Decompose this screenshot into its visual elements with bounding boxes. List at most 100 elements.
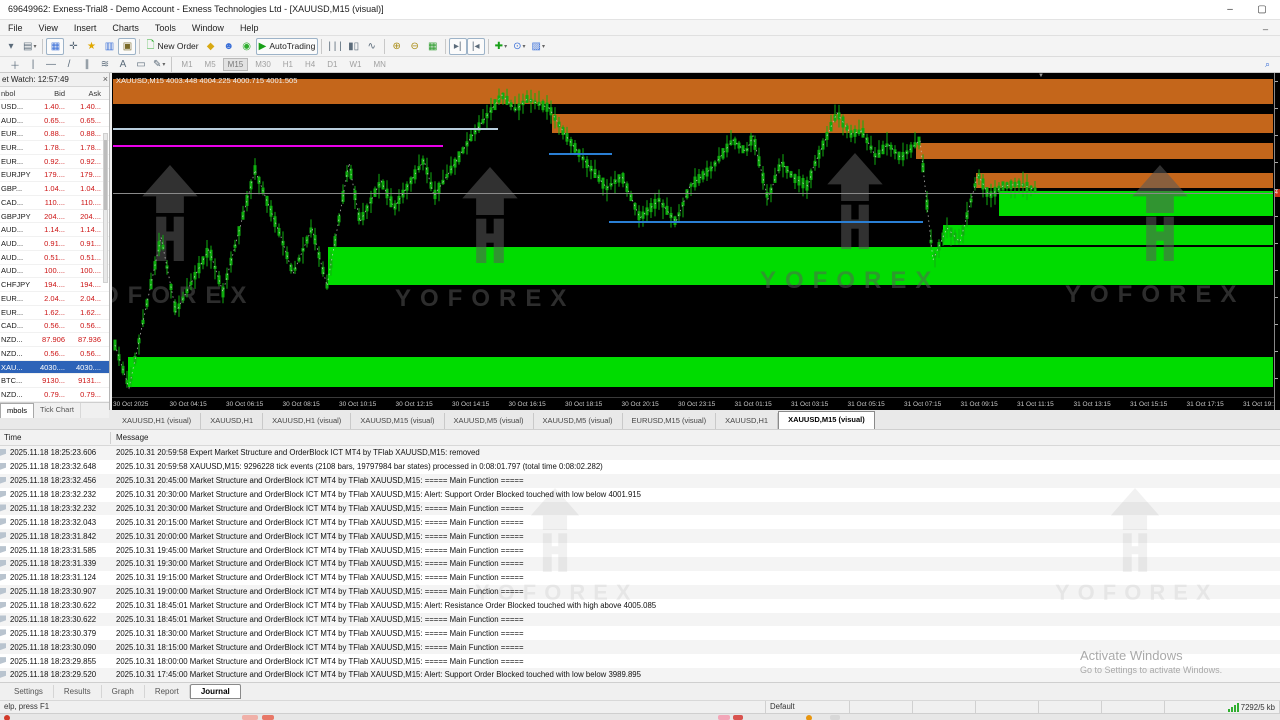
trendline-tool[interactable]: / xyxy=(60,56,78,73)
mw-tab-mbols[interactable]: mbols xyxy=(0,403,34,418)
market-watch-row[interactable]: AUD...0.91...0.91... xyxy=(0,237,110,251)
timeframe-h1[interactable]: H1 xyxy=(278,58,298,71)
experts-button[interactable]: ☻ xyxy=(220,38,238,55)
market-watch-row[interactable]: EUR...1.78...1.78... xyxy=(0,141,110,155)
market-watch-row[interactable]: EURJPY179....179.... xyxy=(0,169,110,183)
tester-tab-journal[interactable]: Journal xyxy=(190,684,241,699)
timeframe-d1[interactable]: D1 xyxy=(322,58,342,71)
menu-help[interactable]: Help xyxy=(232,20,267,36)
timeframe-h4[interactable]: H4 xyxy=(300,58,320,71)
timeframe-mn[interactable]: MN xyxy=(368,58,390,71)
taskbar-app-icon[interactable] xyxy=(242,715,258,720)
market-watch-row[interactable]: AUD...1.14...1.14... xyxy=(0,223,110,237)
market-watch-row[interactable]: USD...1.40...1.40... xyxy=(0,100,110,114)
menu-insert[interactable]: Insert xyxy=(66,20,105,36)
journal-row[interactable]: 2025.11.18 18:23:30.6222025.10.31 18:45:… xyxy=(0,613,1280,627)
market-watch-row[interactable]: AUD...0.51...0.51... xyxy=(0,251,110,265)
timeframe-m15[interactable]: M15 xyxy=(223,58,249,71)
market-watch-row[interactable]: AUD...0.65...0.65... xyxy=(0,114,110,128)
cursor-button[interactable]: ✛ xyxy=(64,38,82,55)
chart-tab[interactable]: XAUUSD,M15 (visual) xyxy=(351,413,444,429)
market-watch-row[interactable]: NZD...0.79...0.79... xyxy=(0,388,110,402)
templates-button[interactable]: ▨▾ xyxy=(528,38,547,55)
tile-windows-button[interactable]: ▦ xyxy=(424,38,442,55)
tester-tab-report[interactable]: Report xyxy=(145,685,190,698)
auto-scroll-button[interactable]: ▸| xyxy=(449,38,467,55)
chevron-down-icon[interactable]: ▾ xyxy=(33,43,36,50)
journal-row[interactable]: 2025.11.18 18:23:31.3392025.10.31 19:30:… xyxy=(0,557,1280,571)
market-watch-row[interactable]: BTC...9130...9131... xyxy=(0,374,110,388)
tester-tab-results[interactable]: Results xyxy=(54,685,102,698)
chart-tab[interactable]: EURUSD,M15 (visual) xyxy=(623,413,717,429)
taskbar-app-icon[interactable] xyxy=(733,715,743,720)
journal-row[interactable]: 2025.11.18 18:23:32.6482025.10.31 20:59:… xyxy=(0,460,1280,474)
journal-row[interactable]: 2025.11.18 18:23:31.8422025.10.31 20:00:… xyxy=(0,529,1280,543)
timeframe-m1[interactable]: M1 xyxy=(176,58,197,71)
journal-row[interactable]: 2025.11.18 18:23:30.9072025.10.31 19:00:… xyxy=(0,585,1280,599)
chart-window[interactable]: YOFOREXYOFOREXYOFOREXYOFOREX XAUUSD,M15 … xyxy=(112,73,1280,410)
bar-chart-mode[interactable]: | | | xyxy=(325,38,344,55)
chart-tab[interactable]: XAUUSD,M5 (visual) xyxy=(534,413,623,429)
tester-tab-graph[interactable]: Graph xyxy=(102,685,145,698)
chevron-down-icon[interactable]: ▾ xyxy=(542,43,545,50)
timeframe-m30[interactable]: M30 xyxy=(250,58,276,71)
horizontal-line-tool[interactable]: — xyxy=(42,56,60,73)
journal-column-time[interactable]: Time xyxy=(4,433,21,442)
new-chart-button[interactable]: ▦ xyxy=(46,38,64,55)
column-separator[interactable] xyxy=(110,432,111,444)
taskbar-app-icon[interactable] xyxy=(718,715,730,720)
label-tool[interactable]: ▭ xyxy=(132,56,150,73)
market-watch-row[interactable]: NZD...0.56...0.56... xyxy=(0,347,110,361)
chevron-down-icon[interactable]: ▾ xyxy=(504,43,507,50)
favorites-button[interactable]: ★ xyxy=(82,38,100,55)
mw-column-nbol[interactable]: nbol xyxy=(0,87,32,99)
chart-tab[interactable]: XAUUSD,H1 (visual) xyxy=(113,413,201,429)
taskbar-app-icon[interactable] xyxy=(262,715,274,720)
mw-column-bid[interactable]: Bid xyxy=(32,87,68,99)
market-watch-row[interactable]: NZD...87.90687.936 xyxy=(0,333,110,347)
market-watch-row[interactable]: EUR...0.88...0.88... xyxy=(0,127,110,141)
crosshair-tool[interactable]: ＋ xyxy=(6,56,24,73)
chart-tab[interactable]: XAUUSD,H1 xyxy=(201,413,263,429)
scrollbar-thumb[interactable] xyxy=(104,140,107,210)
journal-row[interactable]: 2025.11.18 18:23:30.6222025.10.31 18:45:… xyxy=(0,599,1280,613)
data-window-toggle[interactable]: ▣ xyxy=(118,38,136,55)
child-window-minimize-icon[interactable]: _ xyxy=(1263,20,1268,30)
print-button[interactable]: ▤▾ xyxy=(20,38,39,55)
candlestick-mode[interactable]: ▮▯ xyxy=(345,38,363,55)
journal-row[interactable]: 2025.11.18 18:23:30.3792025.10.31 18:30:… xyxy=(0,626,1280,640)
menu-file[interactable]: File xyxy=(0,20,31,36)
journal-row[interactable]: 2025.11.18 18:23:32.0432025.10.31 20:15:… xyxy=(0,515,1280,529)
timeframe-w1[interactable]: W1 xyxy=(344,58,366,71)
market-watch-row[interactable]: GBP...1.04...1.04... xyxy=(0,182,110,196)
market-watch-row[interactable]: CAD...110....110.... xyxy=(0,196,110,210)
market-watch-row[interactable]: GBPJPY204....204.... xyxy=(0,210,110,224)
market-watch-row[interactable]: EUR...0.92...0.92... xyxy=(0,155,110,169)
tester-tab-settings[interactable]: Settings xyxy=(4,685,54,698)
mw-column-ask[interactable]: Ask xyxy=(68,87,104,99)
mw-tab-tick-chart[interactable]: Tick Chart xyxy=(34,403,81,418)
journal-row[interactable]: 2025.11.18 18:23:29.8552025.10.31 18:00:… xyxy=(0,654,1280,668)
journal-row[interactable]: 2025.11.18 18:23:32.4562025.10.31 20:45:… xyxy=(0,474,1280,488)
chart-tab[interactable]: XAUUSD,M5 (visual) xyxy=(445,413,534,429)
timeframe-m5[interactable]: M5 xyxy=(200,58,221,71)
toolbar-search-icon[interactable]: ⌕ xyxy=(1265,59,1270,70)
market-watch-row[interactable]: CHFJPY194....194.... xyxy=(0,278,110,292)
chart-tab[interactable]: XAUUSD,H1 (visual) xyxy=(263,413,351,429)
menu-charts[interactable]: Charts xyxy=(104,20,147,36)
history-center-button[interactable]: ◆ xyxy=(202,38,220,55)
chart-shift-button[interactable]: |◂ xyxy=(467,38,485,55)
market-watch-row[interactable]: AUD...100....100.... xyxy=(0,265,110,279)
zoom-out-button[interactable]: ⊖ xyxy=(406,38,424,55)
journal-row[interactable]: 2025.11.18 18:23:32.2322025.10.31 20:30:… xyxy=(0,502,1280,516)
chart-tab[interactable]: XAUUSD,H1 xyxy=(716,413,778,429)
text-tool[interactable]: A xyxy=(114,56,132,73)
journal-row[interactable]: 2025.11.18 18:23:31.1242025.10.31 19:15:… xyxy=(0,571,1280,585)
maximize-button[interactable]: ▢ xyxy=(1248,2,1276,18)
journal-column-message[interactable]: Message xyxy=(116,433,148,442)
minimize-button[interactable]: – xyxy=(1216,2,1244,18)
taskbar-app-icon[interactable] xyxy=(830,715,840,720)
chart-tab-active[interactable]: XAUUSD,M15 (visual) xyxy=(778,411,875,429)
channel-tool[interactable]: ∥ xyxy=(78,56,96,73)
menu-window[interactable]: Window xyxy=(184,20,232,36)
